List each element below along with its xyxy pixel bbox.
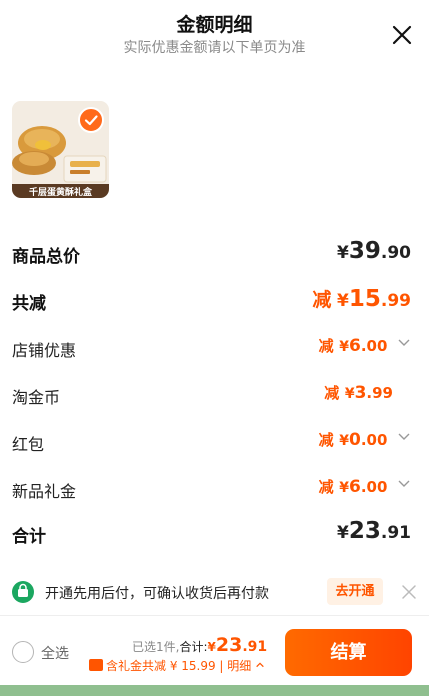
row-red-packet[interactable]: 红包 减 ¥0.00 (12, 427, 411, 457)
product-thumbnail[interactable]: 千层蛋黄酥礼盒 (12, 101, 109, 198)
pay-later-icon (12, 581, 34, 603)
row-subtotal: 合计 ¥23.91 (12, 518, 411, 548)
activate-button[interactable]: 去开通 (327, 578, 383, 605)
total-amount: ¥39.90 (337, 238, 411, 264)
row-label: 商品总价 (12, 247, 80, 267)
underlying-page-strip (0, 685, 429, 696)
taojinbi-amount: 减 ¥3.99 (324, 383, 393, 403)
discount-amount: 减 ¥15.99 (312, 286, 411, 312)
selected-badge[interactable] (78, 107, 104, 133)
row-taojinbi: 淘金币 减 ¥3.99 (12, 380, 411, 410)
row-label: 新品礼金 (12, 482, 77, 501)
row-total: 商品总价 ¥39.90 (12, 238, 411, 268)
row-label: 淘金币 (12, 388, 61, 407)
new-gift-amount: 减 ¥6.00 (319, 476, 411, 497)
row-discount: 共减 减 ¥15.99 (12, 285, 411, 315)
gift-icon (89, 659, 103, 671)
sheet-subtitle: 实际优惠金额请以下单页为准 (123, 40, 306, 56)
sheet-header: 金额明细 实际优惠金额请以下单页为准 (0, 0, 429, 70)
shop-discount-amount: 减 ¥6.00 (319, 335, 411, 356)
selected-summary: 已选1件,合计:¥23.91 (132, 634, 268, 656)
checkout-button[interactable]: 结算 (285, 629, 412, 676)
chevron-up-icon (256, 662, 264, 668)
chevron-down-icon (398, 433, 410, 440)
gift-detail-link[interactable]: 含礼金共减 ¥ 15.99 | 明细 (89, 657, 265, 674)
row-shop-discount[interactable]: 店铺优惠 减 ¥6.00 (12, 333, 411, 363)
notice-text: 开通先用后付，可确认收货后再付款 (45, 586, 269, 602)
sheet-title: 金额明细 (176, 14, 253, 36)
chevron-down-icon (398, 480, 410, 487)
product-caption: 千层蛋黄酥礼盒 (28, 188, 92, 198)
close-icon[interactable] (401, 584, 417, 600)
chevron-down-icon (398, 339, 410, 346)
row-label: 红包 (12, 435, 45, 454)
checkout-bar: 全选 已选1件,合计:¥23.91 含礼金共减 ¥ 15.99 | 明细 结算 (0, 615, 429, 696)
pay-later-notice: 开通先用后付，可确认收货后再付款 去开通 (12, 576, 417, 608)
row-label: 共减 (12, 294, 46, 314)
select-all-label[interactable]: 全选 (41, 643, 69, 663)
row-label: 合计 (12, 527, 46, 547)
subtotal-amount: ¥23.91 (337, 518, 411, 544)
red-packet-amount: 减 ¥0.00 (319, 429, 411, 450)
close-icon[interactable] (391, 24, 413, 46)
row-label: 店铺优惠 (12, 341, 77, 360)
amount-detail-sheet: 金额明细 实际优惠金额请以下单页为准 千层蛋黄酥礼盒 商品总价 ¥39.90 共… (0, 0, 429, 696)
row-new-gift[interactable]: 新品礼金 减 ¥6.00 (12, 474, 411, 504)
check-icon (84, 115, 98, 126)
select-all-radio[interactable] (12, 641, 34, 663)
